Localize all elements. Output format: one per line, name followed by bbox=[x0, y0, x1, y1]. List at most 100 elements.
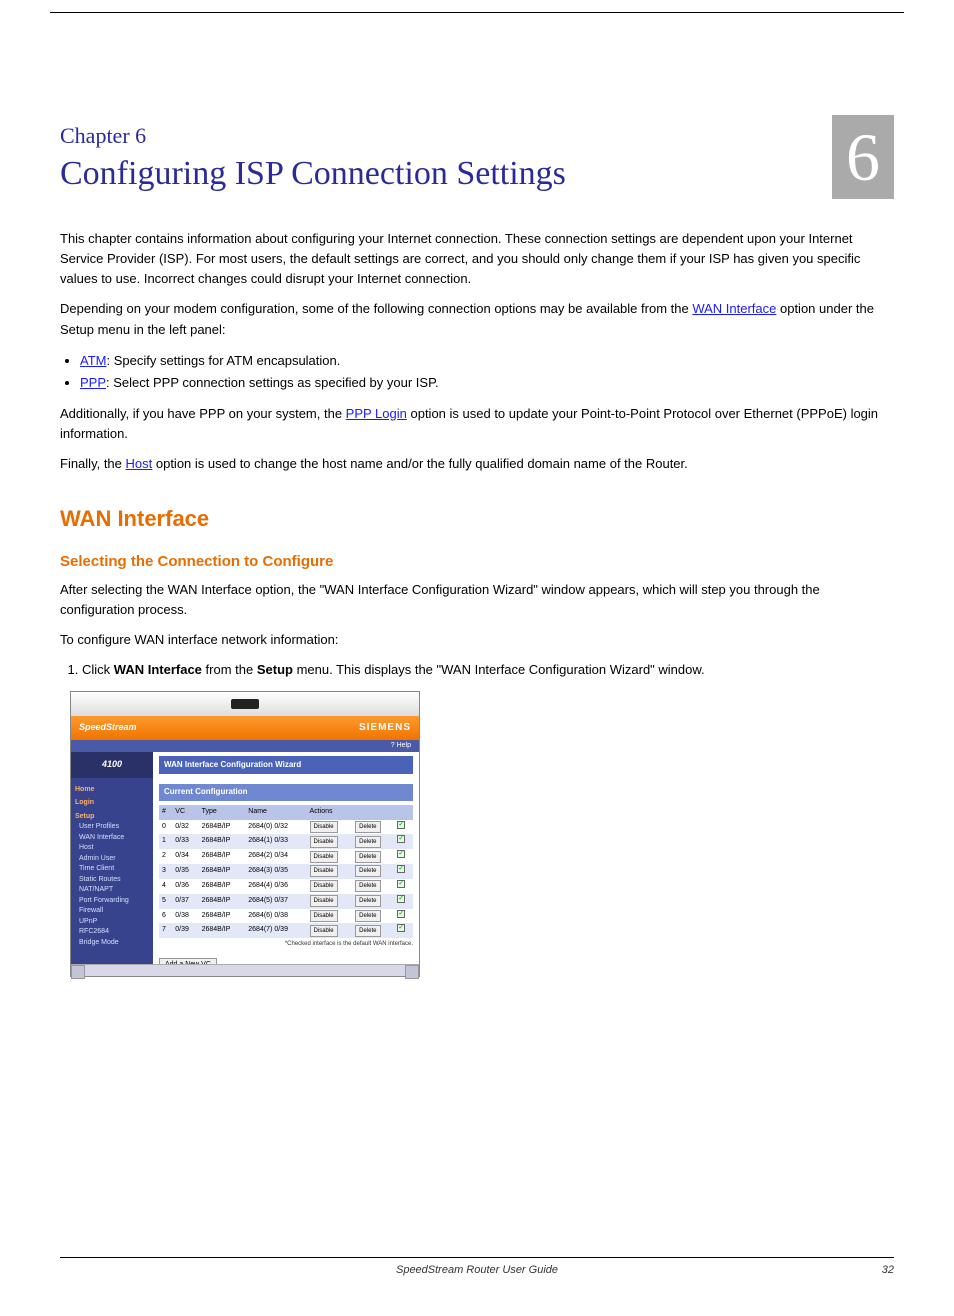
sidebar-nav: Home Login Setup User Profiles WAN Inter… bbox=[71, 778, 153, 953]
cell-name: 2684(0) 0/32 bbox=[245, 820, 306, 835]
cell-vc: 0/34 bbox=[172, 849, 198, 864]
nav-sub-item[interactable]: Time Client bbox=[79, 864, 149, 875]
cell-checkbox bbox=[394, 820, 413, 835]
disable-button[interactable]: Disable bbox=[310, 880, 338, 892]
cell-vc: 0/36 bbox=[172, 879, 198, 894]
delete-button[interactable]: Delete bbox=[355, 865, 380, 877]
screenshot-topbar: SpeedStream SIEMENS bbox=[71, 716, 419, 740]
section-heading-wan-interface: WAN Interface bbox=[60, 502, 894, 536]
default-checkbox[interactable] bbox=[397, 924, 405, 932]
section-body: After selecting the WAN Interface option… bbox=[60, 580, 894, 620]
delete-button[interactable]: Delete bbox=[355, 895, 380, 907]
delete-button[interactable]: Delete bbox=[355, 836, 380, 848]
nav-login[interactable]: Login bbox=[75, 798, 149, 809]
screenshot-sidebar: 4100 Home Login Setup User Profiles WAN … bbox=[71, 752, 153, 964]
cell-action-disable: Disable bbox=[307, 879, 353, 894]
cell-num: 1 bbox=[159, 834, 172, 849]
delete-button[interactable]: Delete bbox=[355, 925, 380, 937]
default-checkbox[interactable] bbox=[397, 910, 405, 918]
help-link[interactable]: ? Help bbox=[391, 742, 411, 749]
wan-interface-link[interactable]: WAN Interface bbox=[692, 301, 776, 316]
cell-num: 7 bbox=[159, 923, 172, 938]
cell-action-disable: Disable bbox=[307, 864, 353, 879]
vc-table: # VC Type Name Actions 00/322684B/IP2684… bbox=[159, 805, 413, 939]
delete-button[interactable]: Delete bbox=[355, 880, 380, 892]
default-checkbox[interactable] bbox=[397, 850, 405, 858]
cell-action-disable: Disable bbox=[307, 834, 353, 849]
cell-checkbox bbox=[394, 834, 413, 849]
default-checkbox[interactable] bbox=[397, 880, 405, 888]
device-icon bbox=[231, 699, 259, 709]
section-subheading: Selecting the Connection to Configure bbox=[60, 550, 894, 573]
footer-page-number: 32 bbox=[854, 1264, 894, 1276]
chapter-label: Chapter 6 bbox=[60, 123, 894, 149]
default-checkbox[interactable] bbox=[397, 865, 405, 873]
cell-action-delete: Delete bbox=[352, 834, 394, 849]
chapter-title: Configuring ISP Connection Settings bbox=[60, 155, 894, 193]
cell-action-disable: Disable bbox=[307, 820, 353, 835]
cell-type: 2684B/IP bbox=[199, 849, 246, 864]
screenshot-main: WAN Interface Configuration Wizard Curre… bbox=[153, 752, 419, 964]
nav-sub-item[interactable]: Bridge Mode bbox=[79, 938, 149, 949]
disable-button[interactable]: Disable bbox=[310, 851, 338, 863]
cell-num: 3 bbox=[159, 864, 172, 879]
nav-sub-item[interactable]: Firewall bbox=[79, 906, 149, 917]
ppp-login-link[interactable]: PPP Login bbox=[346, 406, 407, 421]
cell-num: 6 bbox=[159, 909, 172, 924]
table-footnote: *Checked interface is the default WAN in… bbox=[159, 940, 413, 949]
disable-button[interactable]: Disable bbox=[310, 865, 338, 877]
footer-center: SpeedStream Router User Guide bbox=[100, 1264, 854, 1276]
cell-checkbox bbox=[394, 909, 413, 924]
nav-sub-item[interactable]: RFC2684 bbox=[79, 927, 149, 938]
connection-options-list: ATM: Specify settings for ATM encapsulat… bbox=[60, 350, 894, 394]
cell-vc: 0/33 bbox=[172, 834, 198, 849]
default-checkbox[interactable] bbox=[397, 821, 405, 829]
model-label: 4100 bbox=[71, 752, 153, 778]
page-content: Chapter 6 Configuring ISP Connection Set… bbox=[0, 63, 954, 1316]
top-horizontal-rule bbox=[50, 12, 904, 13]
cell-num: 5 bbox=[159, 894, 172, 909]
chapter-number-badge: 6 bbox=[832, 115, 894, 199]
footer-left bbox=[60, 1264, 100, 1276]
nav-sub-item[interactable]: Port Forwarding bbox=[79, 896, 149, 907]
nav-sub-item[interactable]: Host bbox=[79, 843, 149, 854]
vendor-label: SIEMENS bbox=[359, 720, 411, 736]
horizontal-scrollbar[interactable] bbox=[71, 964, 419, 976]
delete-button[interactable]: Delete bbox=[355, 821, 380, 833]
delete-button[interactable]: Delete bbox=[355, 851, 380, 863]
cell-action-delete: Delete bbox=[352, 879, 394, 894]
atm-link[interactable]: ATM bbox=[80, 353, 106, 368]
nav-sub-item[interactable]: UPnP bbox=[79, 917, 149, 928]
cell-vc: 0/35 bbox=[172, 864, 198, 879]
cell-action-delete: Delete bbox=[352, 894, 394, 909]
nav-sub-item[interactable]: User Profiles bbox=[79, 822, 149, 833]
cell-num: 4 bbox=[159, 879, 172, 894]
default-checkbox[interactable] bbox=[397, 895, 405, 903]
table-row: 20/342684B/IP2684(2) 0/34DisableDelete bbox=[159, 849, 413, 864]
disable-button[interactable]: Disable bbox=[310, 836, 338, 848]
nav-sub-item[interactable]: Admin User bbox=[79, 854, 149, 865]
cell-action-delete: Delete bbox=[352, 864, 394, 879]
cell-type: 2684B/IP bbox=[199, 820, 246, 835]
nav-home[interactable]: Home bbox=[75, 785, 149, 796]
host-link[interactable]: Host bbox=[126, 456, 153, 471]
table-row: 50/372684B/IP2684(5) 0/37DisableDelete bbox=[159, 894, 413, 909]
nav-sub-item[interactable]: NAT/NAPT bbox=[79, 885, 149, 896]
cell-vc: 0/39 bbox=[172, 923, 198, 938]
nav-sub-item[interactable]: Static Routes bbox=[79, 875, 149, 886]
cell-vc: 0/32 bbox=[172, 820, 198, 835]
nav-sub-item[interactable]: WAN Interface bbox=[79, 833, 149, 844]
default-checkbox[interactable] bbox=[397, 835, 405, 843]
cell-checkbox bbox=[394, 894, 413, 909]
chapter-header: Chapter 6 Configuring ISP Connection Set… bbox=[60, 123, 894, 193]
disable-button[interactable]: Disable bbox=[310, 925, 338, 937]
cell-num: 2 bbox=[159, 849, 172, 864]
delete-button[interactable]: Delete bbox=[355, 910, 380, 922]
disable-button[interactable]: Disable bbox=[310, 821, 338, 833]
nav-setup[interactable]: Setup bbox=[75, 812, 149, 823]
cell-action-disable: Disable bbox=[307, 849, 353, 864]
ppp-link[interactable]: PPP bbox=[80, 375, 106, 390]
disable-button[interactable]: Disable bbox=[310, 895, 338, 907]
col-chk bbox=[394, 805, 413, 820]
disable-button[interactable]: Disable bbox=[310, 910, 338, 922]
